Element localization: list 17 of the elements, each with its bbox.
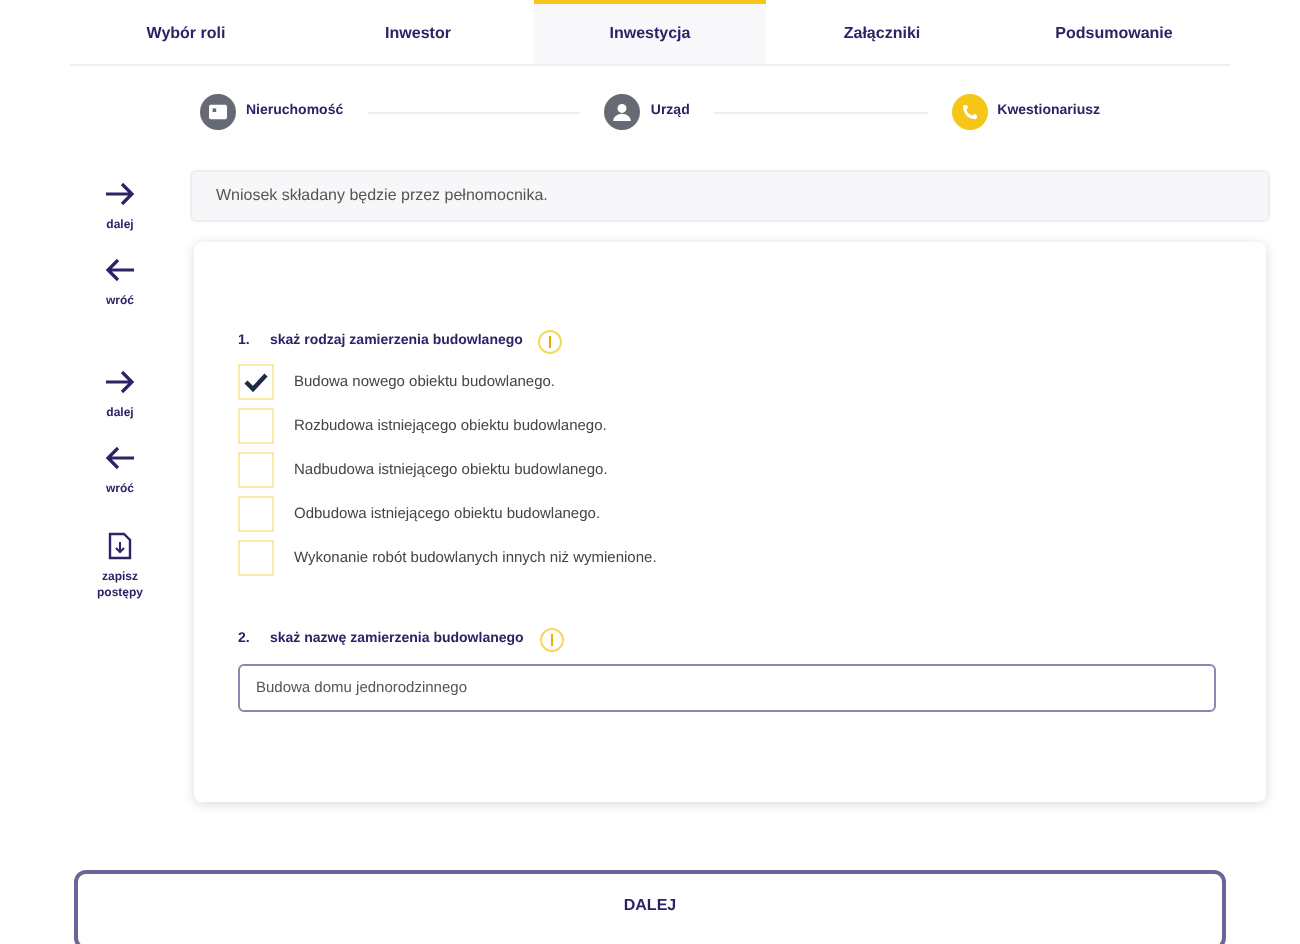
tab[interactable]: Wybór roli [70, 0, 302, 64]
tab[interactable]: Inwestycja [534, 0, 766, 64]
tab[interactable]: Podsumowanie [998, 0, 1230, 64]
checkbox[interactable] [238, 496, 274, 532]
notice-bar: Wniosek składany będzie przez pełnomocnika. [190, 170, 1270, 222]
left-arrow-icon [104, 258, 136, 282]
checkbox[interactable] [238, 364, 274, 400]
checkbox[interactable] [238, 452, 274, 488]
right-arrow-icon [104, 182, 136, 206]
right-arrow-icon [104, 370, 136, 394]
checkbox[interactable] [238, 408, 274, 444]
left-arrow-icon [104, 446, 136, 470]
tab[interactable]: Załączniki [766, 0, 998, 64]
checkbox[interactable] [238, 540, 274, 576]
file-download-icon [108, 532, 132, 560]
tab[interactable]: Inwestor [302, 0, 534, 64]
next-button[interactable]: DALEJ [74, 870, 1226, 944]
